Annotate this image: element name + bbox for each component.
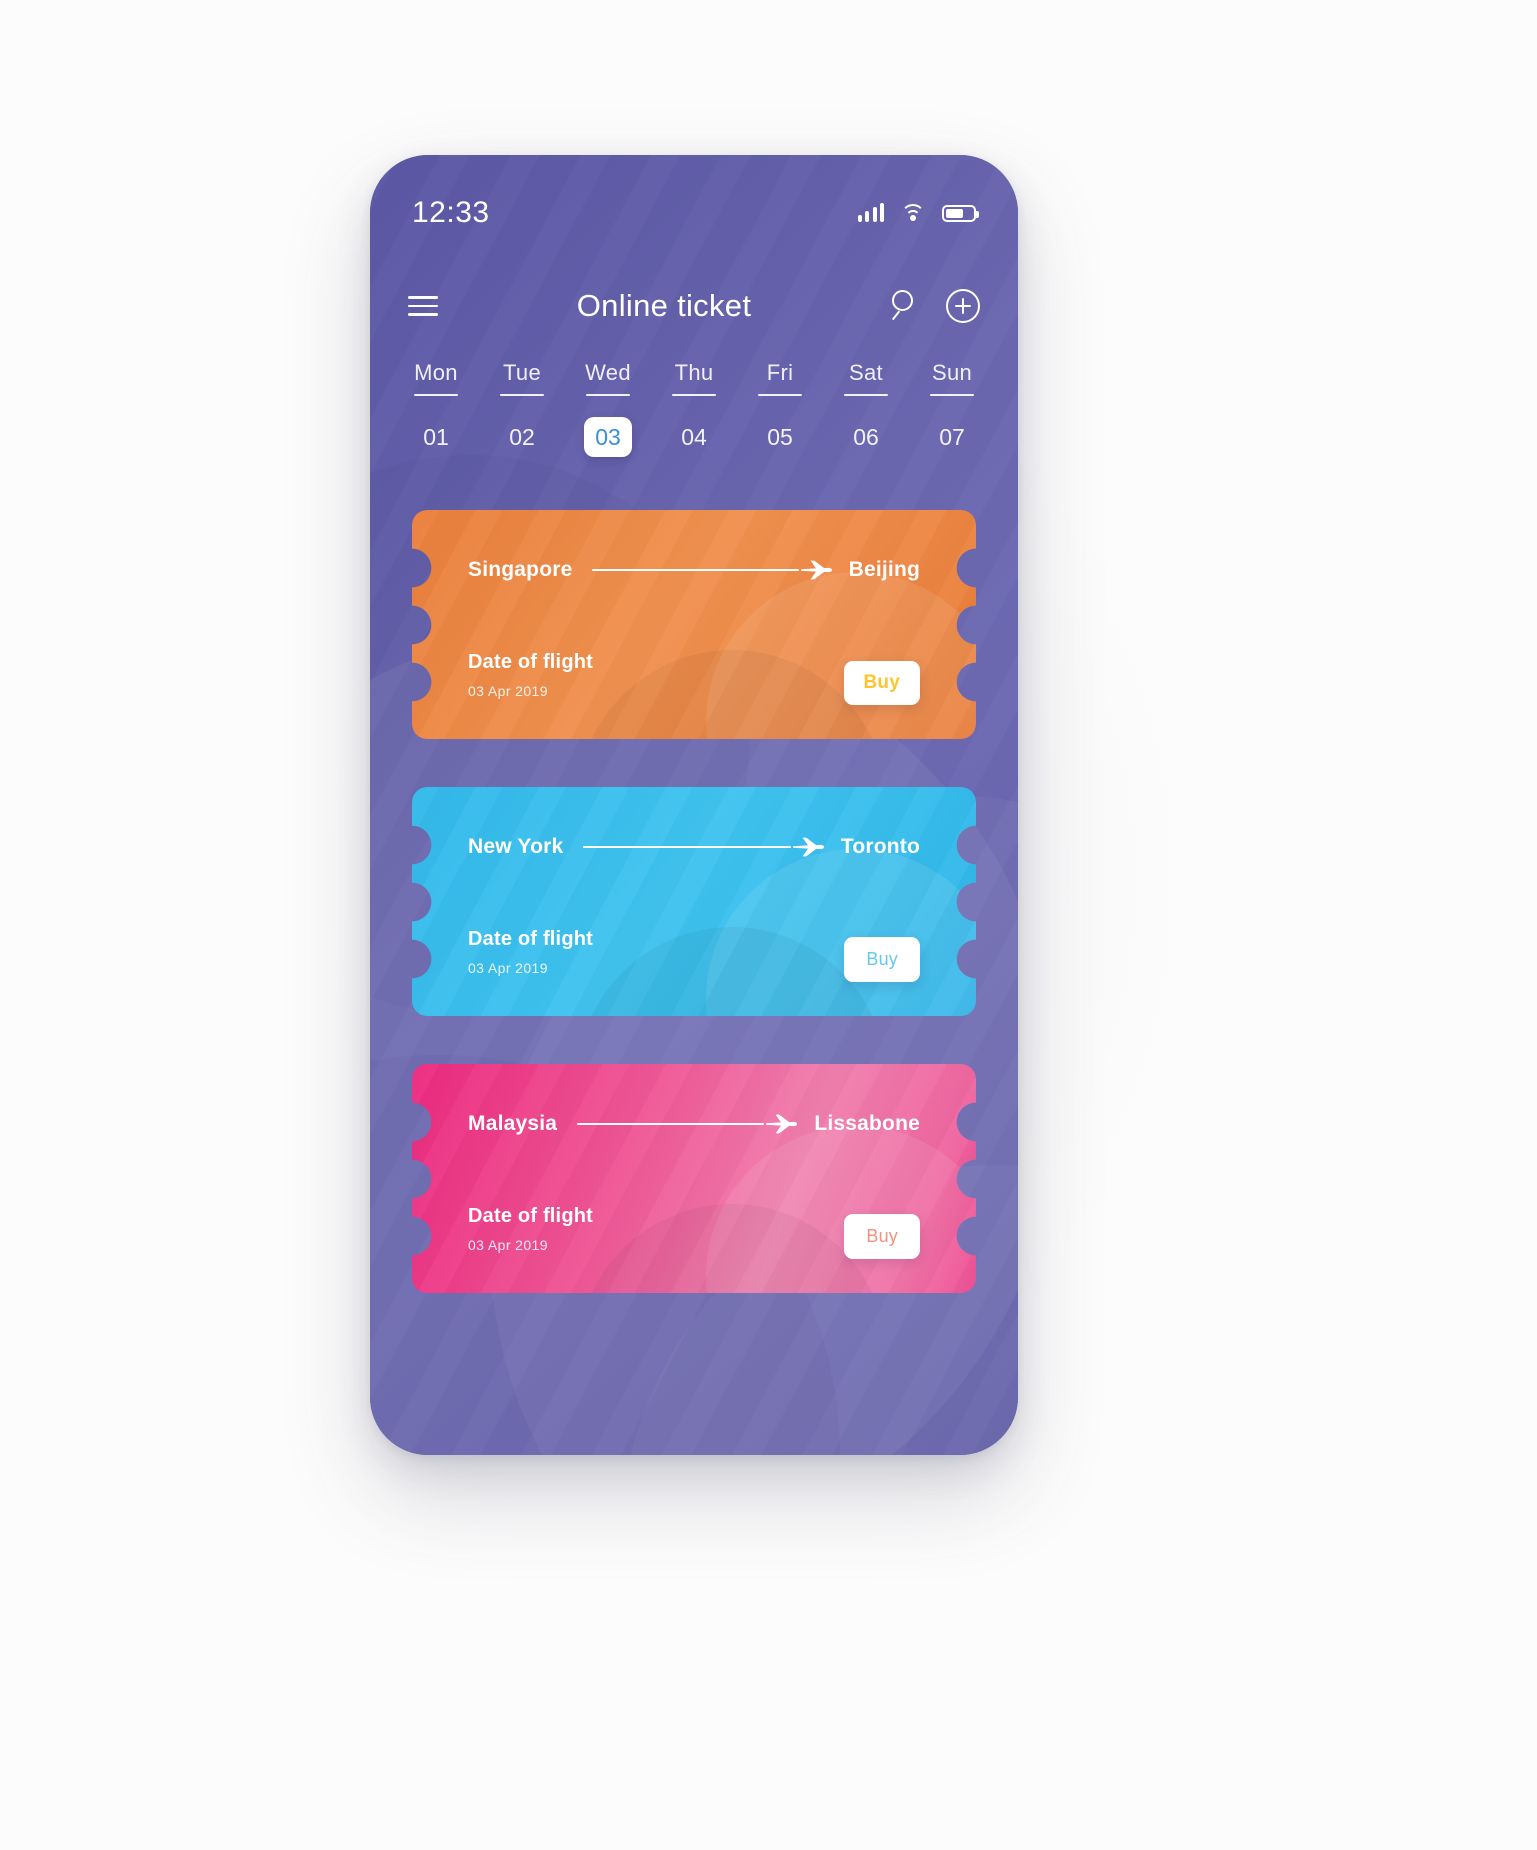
airplane-icon <box>766 1114 798 1134</box>
origin-city: New York <box>468 835 564 858</box>
day-item-wed[interactable]: Wed 03 <box>568 360 648 458</box>
day-number[interactable]: 05 <box>756 417 804 457</box>
day-underline <box>414 394 458 397</box>
flight-date-label: Date of flight <box>468 651 594 673</box>
flight-info: Date of flight 03 Apr 2019 <box>468 1205 593 1253</box>
signal-bars-icon <box>857 203 884 222</box>
day-underline <box>672 394 716 397</box>
flight-date-value: 03 Apr 2019 <box>468 1237 548 1253</box>
page-title: Online ticket <box>576 288 752 323</box>
airplane-icon <box>800 560 832 580</box>
flight-date-value: 03 Apr 2019 <box>468 960 548 976</box>
airplane-icon <box>792 837 824 857</box>
hamburger-menu-icon[interactable] <box>408 296 438 316</box>
buy-button[interactable]: Buy <box>844 937 920 982</box>
day-number[interactable]: 04 <box>670 417 718 457</box>
ticket-card[interactable]: Singapore Beijing Date of flight 03 Apr 201… <box>412 510 976 739</box>
flight-date-value: 03 Apr 2019 <box>468 683 548 699</box>
day-item-mon[interactable]: Mon 01 <box>396 360 476 457</box>
day-name: Mon <box>414 360 458 385</box>
route-line <box>577 1112 798 1136</box>
day-number[interactable]: 01 <box>412 417 460 457</box>
day-name: Sun <box>931 360 973 385</box>
flight-info: Date of flight 03 Apr 2019 <box>468 928 593 976</box>
day-selector: Mon 01 Tue 02 Wed 03 Thu 04 Fri 05 Sat 06 Sun 07 <box>370 360 1018 458</box>
day-underline <box>844 394 888 397</box>
day-underline <box>930 394 974 397</box>
buy-button[interactable]: Buy <box>844 1214 920 1259</box>
day-number[interactable]: 03 <box>584 417 632 458</box>
ticket-card[interactable]: New York Toronto Date of flight 03 Apr 2019… <box>412 787 976 1016</box>
destination-city: Lissabone <box>814 1112 920 1135</box>
ticket-route: Malaysia Lissabone <box>468 1112 920 1136</box>
route-line <box>592 558 832 582</box>
day-name: Wed <box>585 360 631 385</box>
phone-mockup: 12:33 Online ticket Mon 01 Tue 02 Wed 03… <box>370 155 1018 1455</box>
day-name: Thu <box>674 360 714 385</box>
day-item-sun[interactable]: Sun 07 <box>912 360 992 457</box>
day-underline <box>758 394 802 397</box>
canvas: 12:33 Online ticket Mon 01 Tue 02 Wed 03… <box>0 0 1537 1850</box>
route-line <box>583 835 824 859</box>
ticket-route: Singapore Beijing <box>468 558 920 582</box>
day-item-sat[interactable]: Sat 06 <box>826 360 906 457</box>
flight-date-label: Date of flight <box>468 1205 594 1227</box>
day-underline <box>500 394 544 397</box>
day-item-tue[interactable]: Tue 02 <box>482 360 562 457</box>
day-name: Sat <box>849 360 883 385</box>
day-number[interactable]: 02 <box>498 417 546 457</box>
day-name: Tue <box>503 360 541 385</box>
flight-date-label: Date of flight <box>468 928 594 950</box>
flight-info: Date of flight 03 Apr 2019 <box>468 651 593 699</box>
search-icon[interactable] <box>890 289 924 323</box>
battery-icon <box>942 204 979 222</box>
destination-city: Beijing <box>848 558 920 581</box>
wifi-icon <box>901 204 925 222</box>
status-clock: 12:33 <box>412 196 490 229</box>
day-item-thu[interactable]: Thu 04 <box>654 360 734 457</box>
day-number[interactable]: 06 <box>842 417 890 457</box>
destination-city: Toronto <box>840 835 920 858</box>
header-actions <box>890 289 980 323</box>
day-underline <box>586 394 630 397</box>
ticket-card[interactable]: Malaysia Lissabone Date of flight 03 Apr 20… <box>412 1064 976 1293</box>
app-header: Online ticket <box>370 267 1018 345</box>
ticket-list: Singapore Beijing Date of flight 03 Apr 201… <box>370 510 1018 1341</box>
plus-circle-icon[interactable] <box>946 289 980 323</box>
day-name: Fri <box>766 360 794 385</box>
buy-button[interactable]: Buy <box>843 661 920 705</box>
day-number[interactable]: 07 <box>928 417 976 457</box>
origin-city: Singapore <box>468 558 573 581</box>
status-bar: 12:33 <box>370 183 1018 243</box>
origin-city: Malaysia <box>468 1112 558 1135</box>
ticket-route: New York Toronto <box>468 835 920 859</box>
status-icons <box>857 203 979 222</box>
day-item-fri[interactable]: Fri 05 <box>740 360 820 457</box>
